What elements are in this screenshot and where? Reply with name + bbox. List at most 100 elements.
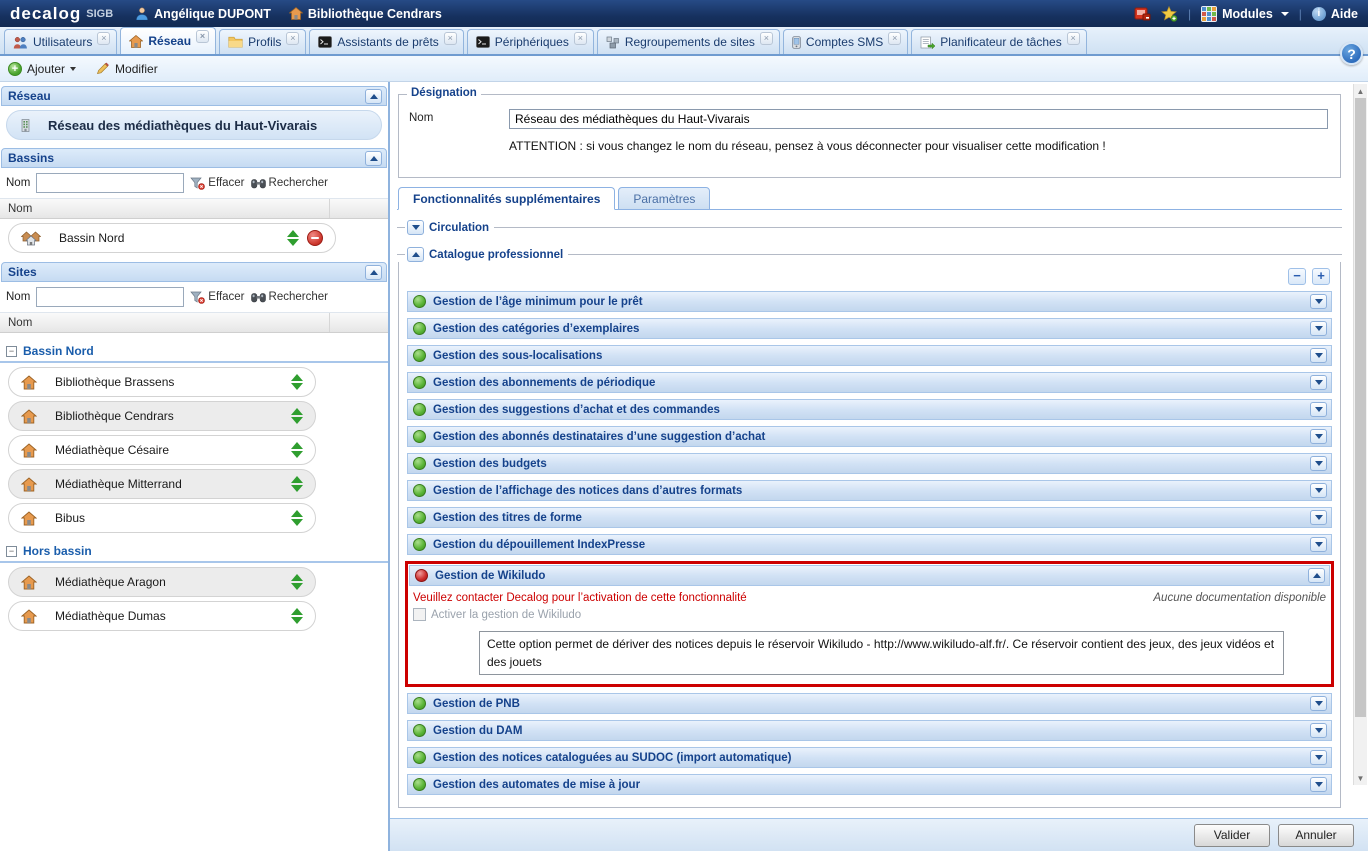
feature-toggle-button[interactable] xyxy=(1310,750,1327,765)
collapse-panel-button[interactable] xyxy=(365,89,382,104)
validate-button[interactable]: Valider xyxy=(1194,824,1270,847)
feature-toggle-button[interactable] xyxy=(1310,483,1327,498)
tab-close-button[interactable]: × xyxy=(888,32,901,45)
site-row[interactable]: Médiathèque Aragon xyxy=(8,567,316,597)
sort-handle-icon[interactable] xyxy=(291,510,303,526)
feature-toggle-button[interactable] xyxy=(1310,777,1327,792)
tab-close-button[interactable]: × xyxy=(196,30,209,43)
expand-section-button[interactable] xyxy=(407,220,424,235)
feature-bar[interactable]: Gestion du dépouillement IndexPresse xyxy=(407,534,1332,555)
site-group-header[interactable]: −Hors bassin xyxy=(0,543,388,563)
feature-toggle-button[interactable] xyxy=(1310,723,1327,738)
wikiludo-checkbox[interactable] xyxy=(413,608,426,621)
window-tab-profils[interactable]: Profils× xyxy=(219,29,306,54)
help-button[interactable]: ? xyxy=(1340,42,1363,65)
feature-toggle-button[interactable] xyxy=(1310,348,1327,363)
feature-bar[interactable]: Gestion des notices cataloguées au SUDOC… xyxy=(407,747,1332,768)
collapse-group-icon[interactable]: − xyxy=(6,346,17,357)
cancel-button[interactable]: Annuler xyxy=(1278,824,1354,847)
tab-close-button[interactable]: × xyxy=(760,32,773,45)
bassin-row[interactable]: Bassin Nord xyxy=(8,223,336,253)
current-user-button[interactable]: Angélique DUPONT xyxy=(135,7,271,21)
feature-toggle-button[interactable] xyxy=(1310,321,1327,336)
feature-bar[interactable]: Gestion des suggestions d’achat et des c… xyxy=(407,399,1332,420)
feature-bar[interactable]: Gestion des abonnements de périodique xyxy=(407,372,1332,393)
feature-bar[interactable]: Gestion des titres de forme xyxy=(407,507,1332,528)
modules-menu-button[interactable]: Modules xyxy=(1201,6,1289,22)
feature-bar[interactable]: Gestion des sous-localisations xyxy=(407,345,1332,366)
current-site-button[interactable]: Bibliothèque Cendrars xyxy=(289,7,442,21)
feature-bar[interactable]: Gestion de l’âge minimum pour le prêt xyxy=(407,291,1332,312)
bassins-search-button[interactable]: Rechercher xyxy=(251,177,328,189)
expand-all-button[interactable]: + xyxy=(1312,268,1330,285)
tab-fonctionnalites[interactable]: Fonctionnalités supplémentaires xyxy=(398,187,615,210)
nom-field[interactable] xyxy=(509,109,1328,129)
feature-bar[interactable]: Gestion de l’affichage des notices dans … xyxy=(407,480,1332,501)
site-row[interactable]: Médiathèque Mitterrand xyxy=(8,469,316,499)
feature-toggle-button[interactable] xyxy=(1310,537,1327,552)
feature-bar[interactable]: Gestion des catégories d’exemplaires xyxy=(407,318,1332,339)
collapse-section-button[interactable] xyxy=(407,247,424,262)
vertical-scrollbar[interactable]: ▲ ▼ xyxy=(1353,84,1367,785)
sites-clear-button[interactable]: Effacer xyxy=(190,291,244,304)
sites-search-input[interactable] xyxy=(36,287,184,307)
tab-close-button[interactable]: × xyxy=(286,32,299,45)
collapse-panel-button[interactable] xyxy=(365,265,382,280)
window-tab-p-riph-riques[interactable]: Périphériques× xyxy=(467,29,594,54)
tab-close-button[interactable]: × xyxy=(97,32,110,45)
scroll-down-icon[interactable]: ▼ xyxy=(1354,771,1367,785)
site-row[interactable]: Bibus xyxy=(8,503,316,533)
scrollbar-track[interactable] xyxy=(1354,98,1367,771)
sort-handle-icon[interactable] xyxy=(291,442,303,458)
sort-handle-icon[interactable] xyxy=(291,476,303,492)
collapse-all-button[interactable]: − xyxy=(1288,268,1306,285)
sort-handle-icon[interactable] xyxy=(291,608,303,624)
favorites-add-icon[interactable] xyxy=(1161,6,1178,22)
feature-toggle-button[interactable] xyxy=(1310,375,1327,390)
collapse-group-icon[interactable]: − xyxy=(6,546,17,557)
bassins-search-input[interactable] xyxy=(36,173,184,193)
tab-close-button[interactable]: × xyxy=(444,32,457,45)
help-menu-button[interactable]: i Aide xyxy=(1312,7,1358,21)
tab-close-button[interactable]: × xyxy=(1067,32,1080,45)
sort-handle-icon[interactable] xyxy=(287,230,299,246)
add-button[interactable]: + Ajouter xyxy=(8,62,76,76)
tab-close-button[interactable]: × xyxy=(574,32,587,45)
feature-bar[interactable]: Gestion des automates de mise à jour xyxy=(407,774,1332,795)
bassins-column-header[interactable]: Nom xyxy=(0,199,388,219)
feature-bar[interactable]: Gestion des abonnés destinataires d’une … xyxy=(407,426,1332,447)
feature-bar[interactable]: Gestion de PNB xyxy=(407,693,1332,714)
tab-parametres[interactable]: Paramètres xyxy=(618,187,710,210)
feature-toggle-button[interactable] xyxy=(1310,456,1327,471)
feature-toggle-button[interactable] xyxy=(1310,510,1327,525)
feature-bar[interactable]: Gestion du DAM xyxy=(407,720,1332,741)
sites-search-button[interactable]: Rechercher xyxy=(251,291,328,303)
site-row[interactable]: Médiathèque Césaire xyxy=(8,435,316,465)
feature-toggle-button[interactable] xyxy=(1310,402,1327,417)
site-group-header[interactable]: −Bassin Nord xyxy=(0,343,388,363)
window-tab-utilisateurs[interactable]: Utilisateurs× xyxy=(4,29,117,54)
feature-bar[interactable]: Gestion des budgets xyxy=(407,453,1332,474)
sites-column-header[interactable]: Nom xyxy=(0,313,388,333)
feature-bar[interactable]: Gestion de Wikiludo xyxy=(409,565,1330,586)
feature-toggle-button[interactable] xyxy=(1310,696,1327,711)
scroll-up-icon[interactable]: ▲ xyxy=(1354,84,1367,98)
window-tab-regroupements-de-sites[interactable]: Regroupements de sites× xyxy=(597,29,780,54)
site-row[interactable]: Bibliothèque Cendrars xyxy=(8,401,316,431)
scrollbar-thumb[interactable] xyxy=(1355,98,1366,717)
collapse-panel-button[interactable] xyxy=(365,151,382,166)
window-tab-planificateur-de-t-ches[interactable]: Planificateur de tâches× xyxy=(911,29,1086,54)
site-row[interactable]: Médiathèque Dumas xyxy=(8,601,316,631)
window-tab-assistants-de-pr-ts[interactable]: Assistants de prêts× xyxy=(309,29,463,54)
sort-handle-icon[interactable] xyxy=(291,374,303,390)
window-tab-comptes-sms[interactable]: Comptes SMS× xyxy=(783,29,908,54)
feature-toggle-button[interactable] xyxy=(1308,568,1325,583)
reseau-item[interactable]: Réseau des médiathèques du Haut-Vivarais xyxy=(6,110,382,140)
bassins-clear-button[interactable]: Effacer xyxy=(190,177,244,190)
sort-handle-icon[interactable] xyxy=(291,574,303,590)
notification-icon[interactable] xyxy=(1134,6,1151,21)
site-row[interactable]: Bibliothèque Brassens xyxy=(8,367,316,397)
remove-bassin-button[interactable] xyxy=(307,230,323,246)
edit-button[interactable]: Modifier xyxy=(96,62,158,76)
feature-toggle-button[interactable] xyxy=(1310,294,1327,309)
